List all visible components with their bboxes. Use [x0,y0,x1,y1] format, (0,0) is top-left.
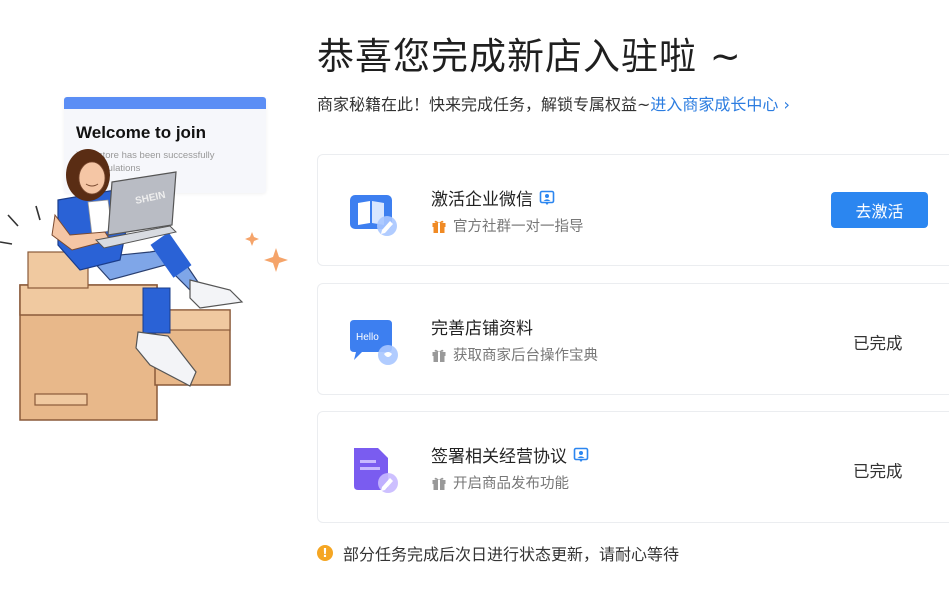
gift-icon [432,477,446,490]
hello-chat-icon: Hello [350,320,398,365]
task-desc-text: 开启商品发布功能 [453,476,569,492]
main-content: 恭喜您完成新店入驻啦 ~ 商家秘籍在此！快来完成任务，解锁专属权益~进入商家成长… [317,0,949,591]
task-desc: 获取商家后台操作宝典 [431,344,598,365]
svg-text:Hello: Hello [356,332,379,343]
verified-user-icon [573,447,589,462]
task-card-store-info: Hello 完善店铺资料 获取商家后台操作宝典 已完成 [317,283,949,395]
task-name: 激活企业微信 [431,185,555,210]
book-pencil-icon [350,195,397,236]
status-completed: 已完成 [853,334,903,353]
verified-user-icon [539,190,555,205]
task-desc: 官方社群一对一指导 [431,215,584,236]
task-card-wechat: 激活企业微信 官方社群一对一指导 去激活 [317,154,949,266]
gift-icon [432,349,446,362]
page-title: 恭喜您完成新店入驻啦 ~ [317,35,742,78]
subtitle-text: 商家秘籍在此！快来完成任务，解锁专属权益~ [317,95,651,114]
growth-center-link[interactable]: 进入商家成长中心 › [650,95,790,114]
status-update-notice: ! 部分任务完成后次日进行状态更新，请耐心等待 [317,541,679,565]
woman-on-boxes-illustration: SHEIN [0,149,288,421]
task-desc: 开启商品发布功能 [431,472,569,493]
document-sign-icon [354,448,398,493]
welcome-card-bar [64,97,266,109]
task-name-text: 激活企业微信 [431,190,533,210]
gift-icon [432,220,446,233]
task-name: 完善店铺资料 [431,314,533,339]
task-card-agreement: 签署相关经营协议 开启商品发布功能 已完成 [317,411,949,523]
activate-button[interactable]: 去激活 [831,192,928,228]
task-name-text: 签署相关经营协议 [431,447,567,467]
warning-icon: ! [317,545,333,561]
notice-text: 部分任务完成后次日进行状态更新，请耐心等待 [343,545,680,564]
task-desc-text: 获取商家后台操作宝典 [453,348,598,364]
welcome-illustration: Welcome to join Your store has been succ… [0,0,300,591]
status-completed: 已完成 [853,462,903,481]
task-name-text: 完善店铺资料 [431,319,533,339]
subtitle: 商家秘籍在此！快来完成任务，解锁专属权益~进入商家成长中心 › [317,91,790,115]
task-desc-text: 官方社群一对一指导 [453,219,584,235]
task-name: 签署相关经营协议 [431,442,589,467]
